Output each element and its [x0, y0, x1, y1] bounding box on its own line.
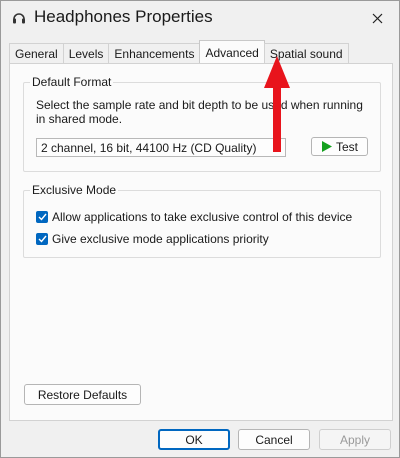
checkbox-checked-icon [36, 211, 48, 223]
selected-format-value: 2 channel, 16 bit, 44100 Hz (CD Quality) [41, 141, 257, 155]
properties-dialog: Headphones Properties General Levels Enh… [0, 0, 400, 458]
tab-general[interactable]: General [9, 43, 64, 64]
tab-levels[interactable]: Levels [62, 43, 110, 64]
ok-button[interactable]: OK [158, 429, 230, 450]
apply-button: Apply [319, 429, 391, 450]
dialog-footer: OK Cancel Apply [1, 421, 399, 457]
close-button[interactable] [364, 6, 390, 30]
window-title: Headphones Properties [34, 7, 213, 26]
play-icon [321, 141, 332, 152]
title-bar: Headphones Properties [1, 1, 399, 35]
test-button[interactable]: Test [311, 137, 368, 156]
default-format-select[interactable]: 2 channel, 16 bit, 44100 Hz (CD Quality)… [36, 138, 286, 157]
checkbox-checked-icon [36, 233, 48, 245]
allow-exclusive-control-label: Allow applications to take exclusive con… [52, 210, 353, 224]
default-format-description: Select the sample rate and bit depth to … [36, 98, 363, 126]
headphones-icon [13, 13, 25, 24]
chevron-down-icon: ▼ [272, 141, 281, 151]
default-format-group: Default Format Select the sample rate an… [23, 75, 381, 172]
close-icon [372, 13, 382, 23]
restore-defaults-button[interactable]: Restore Defaults [24, 384, 141, 405]
exclusive-mode-label: Exclusive Mode [30, 183, 119, 197]
cancel-button[interactable]: Cancel [238, 429, 310, 450]
default-format-label: Default Format [30, 75, 114, 89]
test-button-label: Test [335, 139, 358, 154]
exclusive-priority-label: Give exclusive mode applications priorit… [52, 232, 269, 246]
tab-strip: General Levels Enhancements Advanced Spa… [9, 40, 349, 66]
exclusive-priority-checkbox[interactable]: Give exclusive mode applications priorit… [36, 232, 269, 246]
advanced-tab-panel: Default Format Select the sample rate an… [9, 63, 393, 421]
allow-exclusive-control-checkbox[interactable]: Allow applications to take exclusive con… [36, 210, 352, 224]
exclusive-mode-group: Exclusive Mode Allow applications to tak… [23, 183, 381, 258]
tab-enhancements[interactable]: Enhancements [108, 43, 201, 64]
tab-spatial-sound[interactable]: Spatial sound [263, 43, 349, 64]
